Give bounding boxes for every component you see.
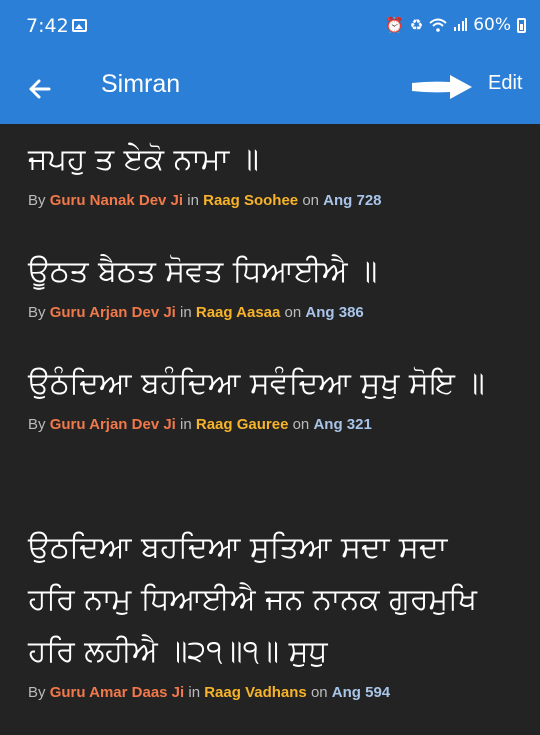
list-item[interactable]: ਜਪਹੁ ਤ ਏਕੋ ਨਾਮਾ ॥ By Guru Nanak Dev Ji i… [28, 134, 528, 209]
app-bar: Simran Edit [0, 56, 540, 124]
by-label: By [28, 304, 46, 321]
by-label: By [28, 192, 46, 209]
edit-button[interactable]: Edit [488, 72, 522, 95]
signal-icon [454, 18, 468, 31]
raag: Raag Gauree [195, 416, 289, 433]
author: Guru Amar Daas Ji [49, 684, 185, 701]
on-label: on [302, 192, 319, 209]
ang: Ang 321 [313, 416, 372, 433]
ang: Ang 594 [331, 684, 391, 701]
gallery-icon [72, 19, 87, 32]
battery-percent: 60% [473, 15, 511, 35]
author: Guru Nanak Dev Ji [49, 192, 184, 209]
in-label: in [180, 304, 192, 321]
source-info: By Guru Nanak Dev Ji in Raag Soohee on A… [28, 192, 528, 209]
author: Guru Arjan Dev Ji [49, 304, 176, 321]
gurbani-line: ਜਪਹੁ ਤ ਏਕੋ ਨਾਮਾ ॥ [28, 142, 259, 177]
list-item[interactable]: ਉਠੰਦਿਆ ਬਹੰਦਿਆ ਸਵੰਦਿਆ ਸੁਖੁ ਸੋਇ ॥ By Guru … [28, 358, 498, 433]
status-time: 7:42 [26, 15, 69, 37]
on-label: on [310, 684, 328, 701]
raag: Raag Soohee [203, 192, 299, 209]
gurbani-line: ਉਠਦਿਆ ਬਹਦਿਆ ਸੁਤਿਆ ਸਦਾ ਸਦਾ ਹਰਿ ਨਾਮੁ ਧਿਆਈਐ… [28, 530, 487, 669]
status-icons: ⏰ ♻ 60% [385, 15, 526, 35]
in-label: in [187, 192, 199, 209]
source-info: By Guru Amar Daas Ji in Raag Vadhans on … [28, 684, 498, 701]
alarm-icon: ⏰ [385, 15, 404, 34]
wifi-icon [429, 18, 447, 32]
by-label: By [28, 416, 46, 433]
on-label: on [292, 416, 310, 433]
ang: Ang 386 [305, 304, 364, 321]
source-info: By Guru Arjan Dev Ji in Raag Gauree on A… [28, 416, 498, 433]
arrow-left-icon[interactable] [22, 71, 58, 107]
raag: Raag Aasaa [195, 304, 281, 321]
status-bar: 7:42 ⏰ ♻ 60% [0, 0, 540, 56]
gurbani-line: ਊਠਤ ਬੈਠਤ ਸੋਵਤ ਧਿਆਈਐ ॥ [28, 254, 378, 289]
by-label: By [28, 684, 46, 701]
author: Guru Arjan Dev Ji [49, 416, 176, 433]
in-label: in [180, 416, 192, 433]
source-info: By Guru Arjan Dev Ji in Raag Aasaa on An… [28, 304, 528, 321]
ang: Ang 728 [323, 192, 382, 209]
raag: Raag Vadhans [204, 684, 307, 701]
list-item[interactable]: ਊਠਤ ਬੈਠਤ ਸੋਵਤ ਧਿਆਈਐ ॥ By Guru Arjan Dev … [28, 246, 528, 321]
battery-saver-icon: ♻ [409, 15, 424, 34]
gurbani-line: ਉਠੰਦਿਆ ਬਹੰਦਿਆ ਸਵੰਦਿਆ ਸੁਖੁ ਸੋਇ ॥ [28, 366, 485, 401]
white-arrow-pointer-icon [412, 75, 472, 99]
in-label: in [188, 684, 201, 701]
list-item[interactable]: ਉਠਦਿਆ ਬਹਦਿਆ ਸੁਤਿਆ ਸਦਾ ਸਦਾ ਹਰਿ ਨਾਮੁ ਧਿਆਈਐ… [28, 522, 498, 701]
on-label: on [284, 304, 302, 321]
page-title: Simran [101, 70, 181, 98]
battery-icon [517, 17, 526, 33]
